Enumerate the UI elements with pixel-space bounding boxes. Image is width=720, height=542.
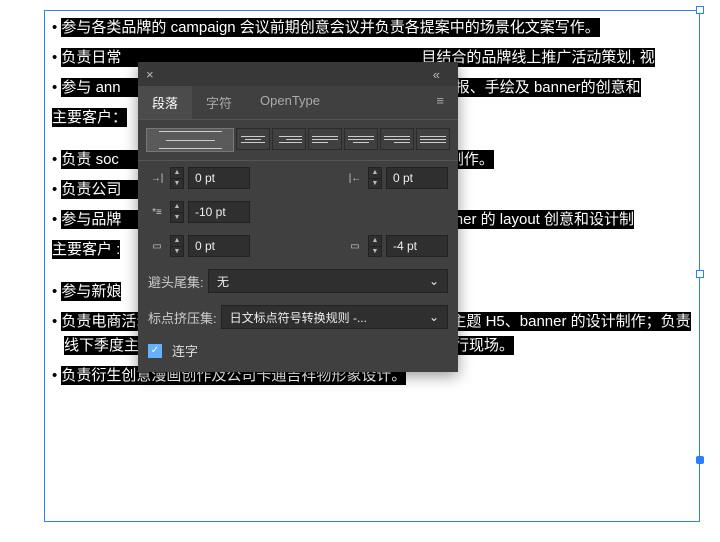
space-after-icon: ▭ — [346, 241, 364, 252]
space-before-icon: ▭ — [148, 241, 166, 252]
tab-character[interactable]: 字符 — [192, 86, 246, 119]
indent-right-icon: |← — [346, 173, 364, 184]
stepper[interactable]: ▲▼ — [170, 235, 184, 257]
first-line-icon: *≡ — [148, 207, 166, 218]
kinsoku-label: 避头尾集: — [148, 272, 204, 291]
align-center[interactable] — [236, 128, 270, 150]
ligatures-checkbox[interactable]: ✓ — [148, 344, 162, 358]
mojikumi-select[interactable]: 日文标点符号转换规则 -...⌄ — [221, 305, 448, 329]
kinsoku-select[interactable]: 无⌄ — [208, 269, 448, 293]
chevron-down-icon: ⌄ — [429, 310, 439, 324]
ligatures-label: 连字 — [172, 341, 198, 360]
collapse-icon[interactable]: « — [433, 67, 440, 82]
stepper[interactable]: ▲▼ — [368, 167, 382, 189]
justify-center[interactable] — [344, 128, 378, 150]
stepper[interactable]: ▲▼ — [368, 235, 382, 257]
stepper[interactable]: ▲▼ — [170, 167, 184, 189]
indent-right-field[interactable] — [386, 167, 448, 189]
paragraph-panel: × « 段落 字符 OpenType ≡ →| ▲▼ |← ▲▼ *≡ ▲▼ ▭… — [138, 62, 458, 372]
space-after-field[interactable] — [386, 235, 448, 257]
chevron-down-icon: ⌄ — [429, 274, 439, 288]
justify-right[interactable] — [380, 128, 414, 150]
indent-left-icon: →| — [148, 173, 166, 184]
outport[interactable] — [696, 456, 704, 464]
first-line-field[interactable] — [188, 201, 250, 223]
panel-menu-icon[interactable]: ≡ — [422, 86, 458, 119]
close-icon[interactable]: × — [146, 67, 154, 82]
mojikumi-label: 标点挤压集: — [148, 308, 217, 327]
tab-opentype[interactable]: OpenType — [246, 86, 334, 119]
align-left[interactable] — [146, 128, 234, 152]
justify-left[interactable] — [308, 128, 342, 150]
stepper[interactable]: ▲▼ — [170, 201, 184, 223]
justify-all[interactable] — [416, 128, 450, 150]
panel-tabs: 段落 字符 OpenType ≡ — [138, 86, 458, 120]
space-before-field[interactable] — [188, 235, 250, 257]
handle-tr[interactable] — [696, 6, 704, 14]
list-item: 参与各类品牌的 campaign 会议前期创意会议并负责各提案中的场景化文案写作… — [52, 16, 694, 40]
handle-r[interactable] — [696, 270, 704, 278]
tab-paragraph[interactable]: 段落 — [138, 86, 192, 119]
indent-left-field[interactable] — [188, 167, 250, 189]
align-right[interactable] — [272, 128, 306, 150]
